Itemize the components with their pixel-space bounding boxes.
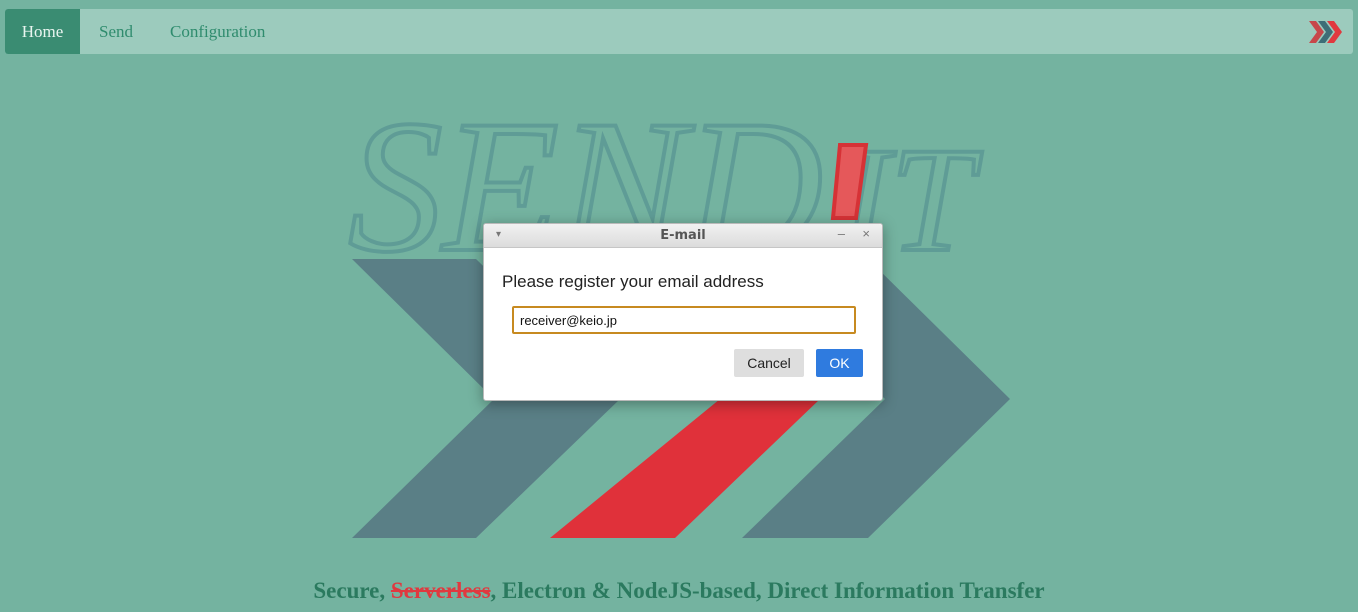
- dialog-titlebar[interactable]: ▾ E-mail – ×: [484, 224, 882, 248]
- email-dialog: ▾ E-mail – × Please register your email …: [483, 223, 883, 401]
- dialog-message: Please register your email address: [502, 272, 764, 291]
- close-icon[interactable]: ×: [862, 226, 870, 241]
- dialog-title: E-mail: [660, 228, 706, 243]
- email-input[interactable]: [512, 306, 856, 334]
- tagline-part2: , Electron & NodeJS-based, Direct Inform…: [490, 578, 1045, 603]
- ok-button[interactable]: OK: [816, 349, 863, 377]
- minimize-icon[interactable]: –: [838, 226, 845, 241]
- tagline-strike: Serverless: [390, 578, 491, 603]
- cancel-button[interactable]: Cancel: [734, 349, 804, 377]
- tagline: Secure, Serverless, Electron & NodeJS-ba…: [0, 578, 1358, 604]
- tagline-part1: Secure,: [313, 578, 391, 603]
